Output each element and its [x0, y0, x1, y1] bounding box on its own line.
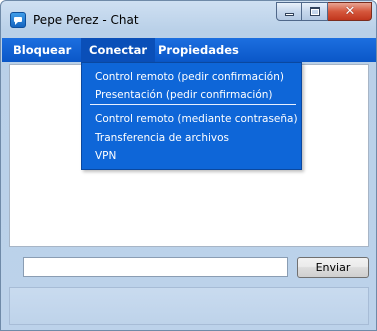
- menu-conectar[interactable]: Conectar: [81, 38, 156, 62]
- menu-item-remote-control-password[interactable]: Control remoto (mediante contraseña): [95, 113, 298, 125]
- menu-separator: [90, 104, 296, 105]
- window-controls: ✕: [276, 2, 372, 22]
- close-icon: ✕: [344, 4, 356, 19]
- app-icon: [10, 12, 26, 28]
- menu-item-presentation-confirm[interactable]: Presentación (pedir confirmación): [95, 89, 273, 101]
- message-input[interactable]: [23, 257, 288, 277]
- menu-bloquear[interactable]: Bloquear: [5, 38, 79, 62]
- menu-item-file-transfer[interactable]: Transferencia de archivos: [95, 132, 229, 144]
- menu-bar: Bloquear Conectar Propiedades: [2, 38, 376, 62]
- chat-window: Pepe Perez - Chat ✕ Bloquear Conectar Pr…: [0, 0, 377, 331]
- menu-item-remote-control-confirm[interactable]: Control remoto (pedir confirmación): [95, 71, 284, 83]
- menu-propiedades[interactable]: Propiedades: [150, 38, 247, 62]
- minimize-icon: [285, 13, 294, 16]
- close-button[interactable]: ✕: [328, 2, 372, 21]
- maximize-icon: [310, 7, 320, 16]
- status-bar: [9, 287, 369, 325]
- minimize-button[interactable]: [276, 2, 302, 21]
- title-bar[interactable]: Pepe Perez - Chat ✕: [1, 1, 376, 37]
- connect-dropdown-menu: Control remoto (pedir confirmación) Pres…: [81, 62, 302, 170]
- maximize-button[interactable]: [302, 2, 328, 21]
- window-title: Pepe Perez - Chat: [33, 13, 139, 27]
- send-button[interactable]: Enviar: [297, 257, 369, 278]
- menu-item-vpn[interactable]: VPN: [95, 150, 116, 162]
